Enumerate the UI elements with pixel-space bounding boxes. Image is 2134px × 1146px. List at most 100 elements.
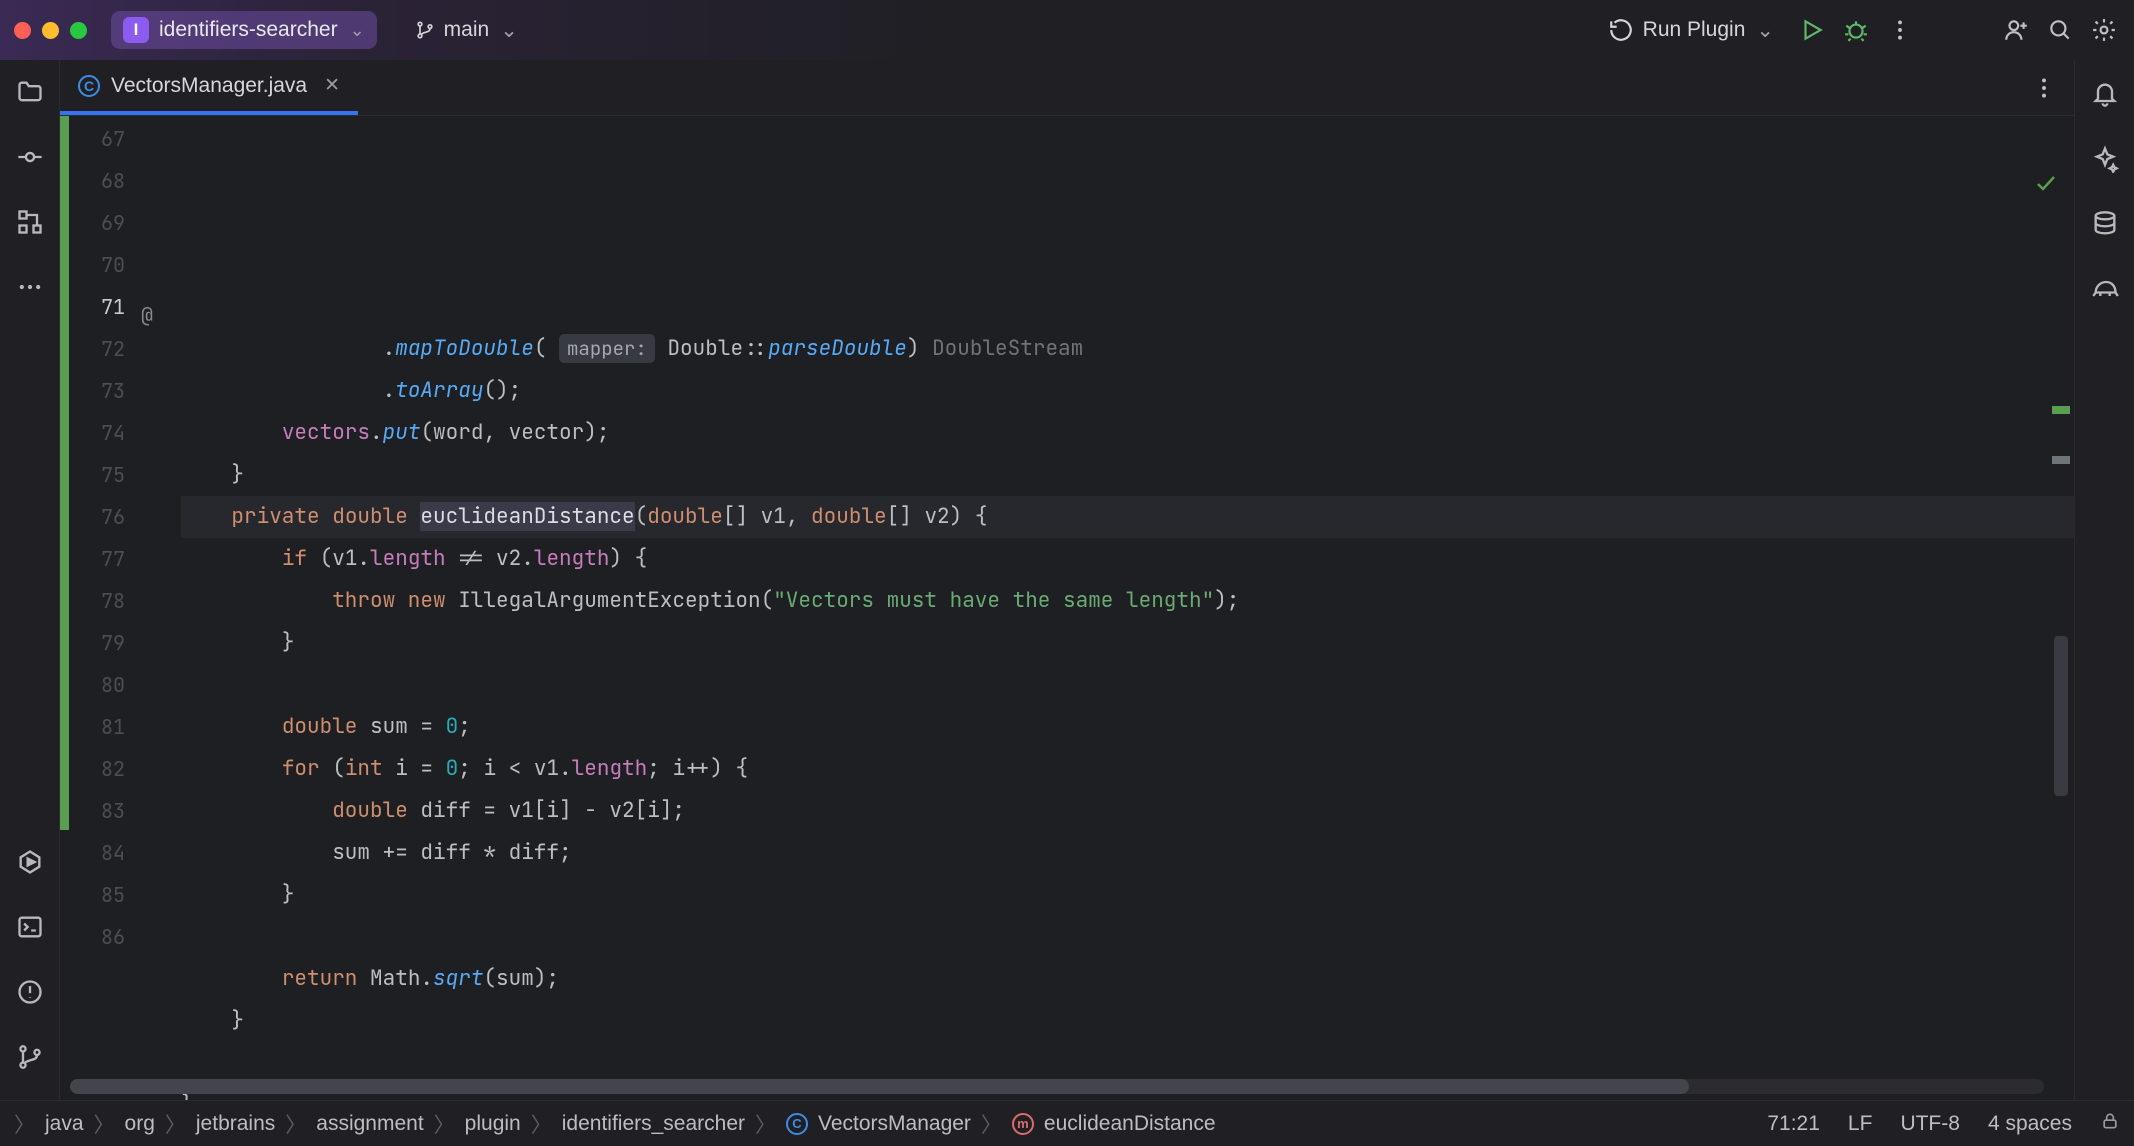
code-line[interactable]: } [181, 454, 2074, 496]
breadcrumb-item[interactable]: assignment [316, 1112, 423, 1136]
database-icon [2091, 210, 2119, 238]
line-number[interactable]: 70 [69, 244, 125, 286]
code-line[interactable]: vectors.put(word, vector); [181, 412, 2074, 454]
code-line[interactable]: double diff = v1[i] - v2[i]; [181, 790, 2074, 832]
line-number[interactable]: 82 [69, 748, 125, 790]
indent-config[interactable]: 4 spaces [1988, 1112, 2072, 1136]
line-number[interactable]: 81 [69, 706, 125, 748]
chevron-right-icon: 〉 [165, 1109, 186, 1139]
code-line[interactable]: } [181, 874, 2074, 916]
inspection-ok-icon[interactable] [1908, 126, 2058, 252]
notifications-button[interactable] [2091, 80, 2119, 113]
run-button[interactable] [1796, 14, 1828, 46]
status-bar: 〉 java 〉 org 〉 jetbrains 〉 assignment 〉 plugin 〉 id… [0, 1100, 2134, 1146]
line-number[interactable]: 74 [69, 412, 125, 454]
coverage-toolwindow-button[interactable] [2091, 275, 2119, 308]
code-line[interactable]: .toArray(); [181, 370, 2074, 412]
line-number[interactable]: 73 [69, 370, 125, 412]
line-number[interactable]: 85 [69, 874, 125, 916]
readonly-toggle[interactable] [2100, 1111, 2120, 1137]
vcs-branch-selector[interactable]: main ⌄ [415, 18, 518, 43]
line-number[interactable]: 71@ [69, 286, 125, 328]
scrollbar-horizontal[interactable] [70, 1079, 2044, 1094]
chevron-right-icon: 〉 [755, 1109, 776, 1139]
line-number[interactable]: 72 [69, 328, 125, 370]
warning-icon [16, 978, 44, 1006]
line-number[interactable]: 80 [69, 664, 125, 706]
line-number[interactable]: 67 [69, 118, 125, 160]
minimize-window-button[interactable] [42, 22, 59, 39]
problems-toolwindow-button[interactable] [16, 978, 44, 1011]
run-config-selector[interactable]: Run Plugin ⌄ [1598, 11, 1784, 49]
project-selector[interactable]: I identifiers-searcher ⌄ [111, 11, 377, 49]
breadcrumb-item[interactable]: jetbrains [196, 1112, 275, 1136]
services-toolwindow-button[interactable] [16, 848, 44, 881]
java-class-icon: C [78, 75, 100, 97]
ai-assistant-button[interactable] [2091, 145, 2119, 178]
chevron-right-icon: 〉 [14, 1109, 35, 1139]
vcs-toolwindow-button[interactable] [16, 1043, 44, 1076]
code-line[interactable]: sum += diff * diff; [181, 832, 2074, 874]
line-number[interactable]: 76 [69, 496, 125, 538]
more-toolwindows-button[interactable] [16, 273, 44, 306]
line-number[interactable]: 83 [69, 790, 125, 832]
chevron-right-icon: 〉 [531, 1109, 552, 1139]
file-encoding[interactable]: UTF-8 [1900, 1112, 1960, 1136]
chevron-right-icon: 〉 [981, 1109, 1002, 1139]
line-number[interactable]: 79 [69, 622, 125, 664]
line-number[interactable]: 86 [69, 916, 125, 958]
line-number[interactable]: 69 [69, 202, 125, 244]
zoom-window-button[interactable] [70, 22, 87, 39]
database-toolwindow-button[interactable] [2091, 210, 2119, 243]
code-line[interactable]: for (int i = 0; i < v1.length; i++) { [181, 748, 2074, 790]
breadcrumb-item[interactable]: VectorsManager [818, 1112, 971, 1136]
commit-toolwindow-button[interactable] [16, 143, 44, 176]
breadcrumb-item[interactable]: plugin [465, 1112, 521, 1136]
line-number-gutter[interactable]: 6768697071@72737475767778798081828384858… [69, 116, 139, 1100]
line-number[interactable]: 68 [69, 160, 125, 202]
code-line[interactable]: } [181, 1000, 2074, 1042]
breadcrumb-item[interactable]: euclideanDistance [1044, 1112, 1216, 1136]
breadcrumbs[interactable]: 〉 java 〉 org 〉 jetbrains 〉 assignment 〉 plugin 〉 id… [14, 1109, 1216, 1139]
code-line[interactable]: throw new IllegalArgumentException("Vect… [181, 580, 2074, 622]
close-window-button[interactable] [14, 22, 31, 39]
more-horizontal-icon [16, 273, 44, 301]
terminal-toolwindow-button[interactable] [16, 913, 44, 946]
line-number[interactable]: 78 [69, 580, 125, 622]
more-actions-button[interactable] [1884, 14, 1916, 46]
close-tab-button[interactable]: ✕ [324, 74, 340, 97]
code-line[interactable]: } [181, 622, 2074, 664]
code-line[interactable]: private double euclideanDistance(double[… [181, 496, 2074, 538]
chevron-down-icon: ⌄ [1756, 18, 1774, 43]
search-everywhere-button[interactable] [2044, 14, 2076, 46]
line-number[interactable]: 75 [69, 454, 125, 496]
editor-tab[interactable]: C VectorsManager.java ✕ [60, 60, 358, 115]
project-toolwindow-button[interactable] [16, 78, 44, 111]
code-line[interactable]: return Math.sqrt(sum); [181, 958, 2074, 1000]
code-line[interactable] [181, 1042, 2074, 1084]
breadcrumb-item[interactable]: java [45, 1112, 84, 1136]
line-separator[interactable]: LF [1848, 1112, 1873, 1136]
caret-position[interactable]: 71:21 [1767, 1112, 1820, 1136]
structure-toolwindow-button[interactable] [16, 208, 44, 241]
code-editor[interactable]: 6768697071@72737475767778798081828384858… [60, 116, 2074, 1100]
scrollbar-vertical[interactable] [2054, 636, 2068, 796]
code-line[interactable]: .mapToDouble( mapper: Double::parseDoubl… [181, 328, 2074, 370]
project-name: identifiers-searcher [159, 18, 338, 42]
code-line[interactable] [181, 664, 2074, 706]
error-stripe[interactable] [2052, 406, 2070, 526]
chevron-down-icon: ⌄ [350, 20, 365, 41]
line-number[interactable]: 84 [69, 832, 125, 874]
code-with-me-button[interactable] [2000, 14, 2032, 46]
breadcrumb-item[interactable]: identifiers_searcher [562, 1112, 745, 1136]
code-line[interactable]: if (v1.length != v2.length) { [181, 538, 2074, 580]
breadcrumb-item[interactable]: org [125, 1112, 155, 1136]
tab-options-button[interactable] [2028, 72, 2060, 104]
code-line[interactable] [181, 916, 2074, 958]
debug-button[interactable] [1840, 14, 1872, 46]
code-content[interactable]: .mapToDouble( mapper: Double::parseDoubl… [139, 116, 2074, 1100]
code-line[interactable]: double sum = 0; [181, 706, 2074, 748]
settings-button[interactable] [2088, 14, 2120, 46]
chevron-right-icon: 〉 [285, 1109, 306, 1139]
line-number[interactable]: 77 [69, 538, 125, 580]
